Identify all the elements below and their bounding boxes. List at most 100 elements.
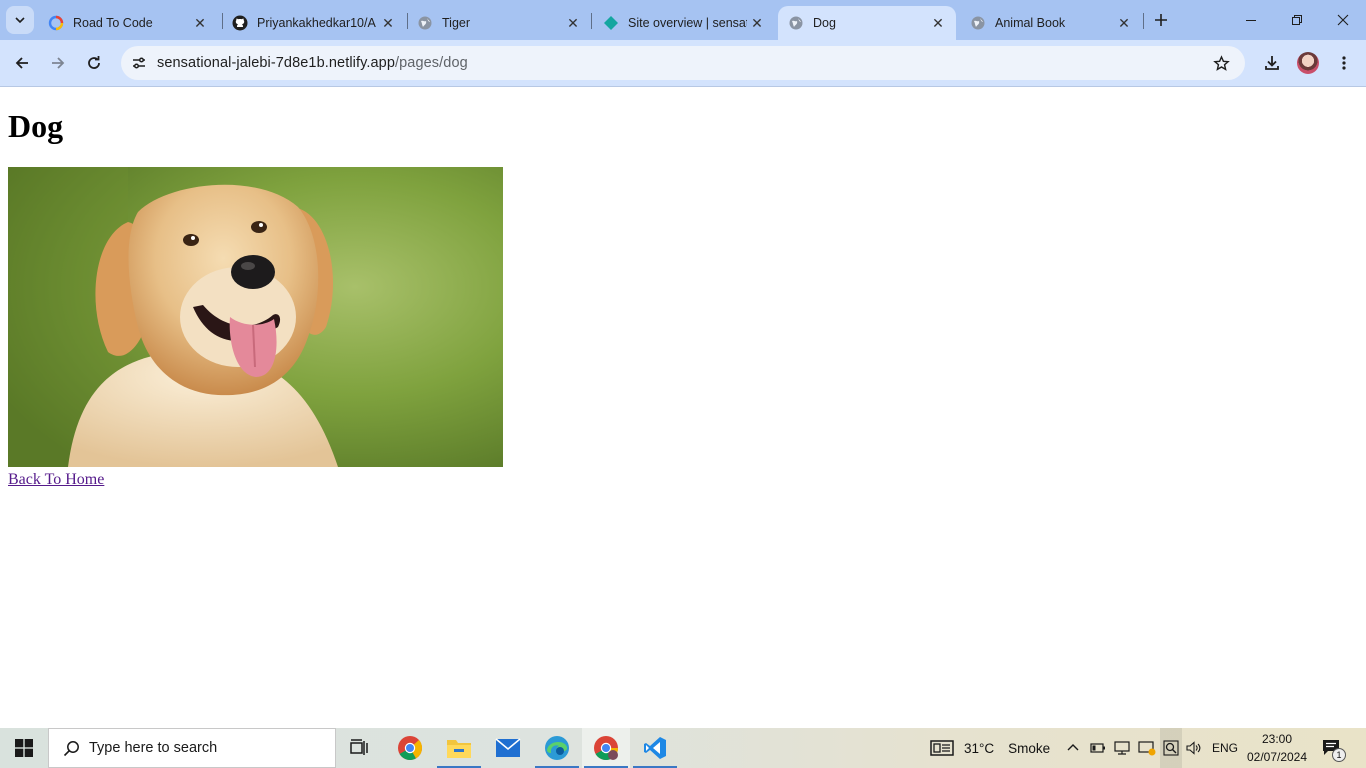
tab-search-button[interactable] — [6, 6, 34, 34]
network-icon — [1114, 741, 1130, 755]
new-tab-button[interactable] — [1149, 8, 1173, 32]
address-bar[interactable]: sensational-jalebi-7d8e1b.netlify.app/pa… — [121, 46, 1245, 80]
minimize-icon — [1246, 20, 1256, 21]
restore-button[interactable] — [1274, 0, 1320, 40]
tune-icon — [133, 57, 145, 69]
tab-netlify[interactable]: Site overview | sensat ✕ — [593, 6, 775, 40]
taskbar-mail[interactable] — [484, 728, 532, 768]
dog-photo — [8, 167, 503, 467]
menu-button[interactable] — [1330, 49, 1358, 77]
tab-title: Dog — [813, 16, 836, 30]
tab-divider — [1143, 13, 1144, 29]
minimize-button[interactable] — [1228, 0, 1274, 40]
weather-desc: Smoke — [1008, 740, 1051, 756]
weather-temp: 31°C — [964, 740, 995, 756]
globe-icon — [970, 15, 986, 31]
profile-button[interactable] — [1294, 49, 1322, 77]
search-icon — [61, 738, 81, 758]
close-icon[interactable]: ✕ — [190, 13, 210, 33]
url-host: sensational-jalebi-7d8e1b.netlify.app — [157, 55, 396, 71]
weather-widget[interactable]: 31°C Smoke — [930, 728, 1050, 768]
input-language[interactable]: ENG — [1212, 728, 1238, 768]
system-clock[interactable]: 23:00 02/07/2024 — [1244, 730, 1310, 766]
close-icon[interactable]: ✕ — [1114, 13, 1134, 33]
clock-date: 02/07/2024 — [1246, 750, 1308, 764]
tab-github[interactable]: Priyankakhedkar10/A ✕ — [222, 6, 406, 40]
task-view-button[interactable] — [336, 728, 384, 768]
notification-count: 1 — [1332, 748, 1346, 762]
edge-icon — [545, 736, 569, 760]
avatar — [1297, 52, 1319, 74]
close-icon[interactable]: ✕ — [563, 13, 583, 33]
tab-title: Road To Code — [73, 16, 153, 30]
vscode-icon — [644, 737, 666, 759]
tab-title: Priyankakhedkar10/A — [257, 16, 376, 30]
close-icon[interactable]: ✕ — [747, 13, 767, 33]
network-status[interactable] — [1114, 728, 1132, 768]
search-placeholder: Type here to search — [89, 740, 218, 756]
folder-icon — [447, 740, 471, 758]
url-text: sensational-jalebi-7d8e1b.netlify.app/pa… — [157, 55, 468, 71]
notification-center[interactable]: 1 — [1322, 728, 1346, 768]
task-view-icon — [350, 739, 368, 755]
show-hidden-icons[interactable] — [1066, 728, 1080, 768]
clock-time: 23:00 — [1261, 732, 1293, 746]
globe-icon — [788, 15, 804, 31]
chrome-icon — [398, 736, 423, 761]
reload-icon — [88, 56, 100, 69]
weather-news-icon — [930, 740, 954, 756]
screen-magnifier[interactable] — [1160, 728, 1182, 768]
chrome-icon — [594, 736, 618, 761]
downloads-button[interactable] — [1258, 49, 1286, 77]
bookmark-button[interactable] — [1211, 53, 1231, 73]
taskbar-file-explorer[interactable] — [435, 728, 483, 768]
browser-toolbar: sensational-jalebi-7d8e1b.netlify.app/pa… — [0, 40, 1366, 87]
tab-title: Site overview | sensat — [628, 16, 747, 30]
star-icon — [1212, 54, 1230, 71]
meet-now[interactable] — [1138, 728, 1156, 768]
tab-strip: Road To Code ✕ Priyankakhedkar10/A ✕ Tig… — [0, 0, 1366, 40]
taskbar: Type here to search 31°C Smoke ENG 23:00… — [0, 728, 1366, 768]
close-icon[interactable]: ✕ — [928, 13, 948, 33]
arrow-right-icon — [52, 57, 65, 69]
tab-road-to-code[interactable]: Road To Code ✕ — [38, 6, 218, 40]
tab-animal-book[interactable]: Animal Book ✕ — [960, 6, 1142, 40]
globe-icon — [417, 15, 433, 31]
taskbar-search[interactable]: Type here to search — [48, 728, 336, 768]
gemini-icon — [48, 15, 64, 31]
taskbar-chrome[interactable] — [386, 728, 434, 768]
battery-status[interactable] — [1090, 728, 1106, 768]
reload-button[interactable] — [80, 49, 108, 77]
start-button[interactable] — [0, 728, 48, 768]
volume-control[interactable] — [1186, 728, 1202, 768]
language-label: ENG — [1212, 741, 1239, 755]
forward-button[interactable] — [44, 49, 72, 77]
download-icon — [1265, 56, 1279, 70]
taskbar-chrome-profile[interactable] — [582, 728, 630, 768]
taskbar-vscode[interactable] — [631, 728, 679, 768]
close-window-button[interactable] — [1320, 0, 1366, 40]
url-path: /pages/dog — [395, 55, 468, 71]
taskbar-edge[interactable] — [533, 728, 581, 768]
close-icon — [1337, 14, 1349, 26]
github-icon — [232, 15, 248, 31]
plus-icon — [1155, 14, 1167, 26]
tab-dog[interactable]: Dog ✕ — [778, 6, 956, 40]
chevron-up-icon — [1067, 744, 1079, 751]
page-content: Dog Back To Home — [0, 87, 1366, 728]
back-to-home-link[interactable]: Back To Home — [8, 471, 104, 489]
tab-tiger[interactable]: Tiger ✕ — [407, 6, 591, 40]
windows-icon — [15, 739, 33, 757]
tab-divider — [591, 13, 592, 29]
netlify-icon — [603, 15, 619, 31]
close-icon[interactable]: ✕ — [378, 13, 398, 33]
tab-title: Animal Book — [995, 16, 1066, 30]
back-button[interactable] — [8, 49, 36, 77]
site-info-button[interactable] — [124, 48, 154, 78]
restore-icon — [1292, 15, 1302, 25]
magnifier-icon — [1163, 740, 1179, 756]
more-vertical-icon — [1342, 56, 1346, 70]
chevron-down-icon — [15, 17, 25, 24]
tab-title: Tiger — [442, 16, 471, 30]
dog-image — [8, 167, 503, 467]
